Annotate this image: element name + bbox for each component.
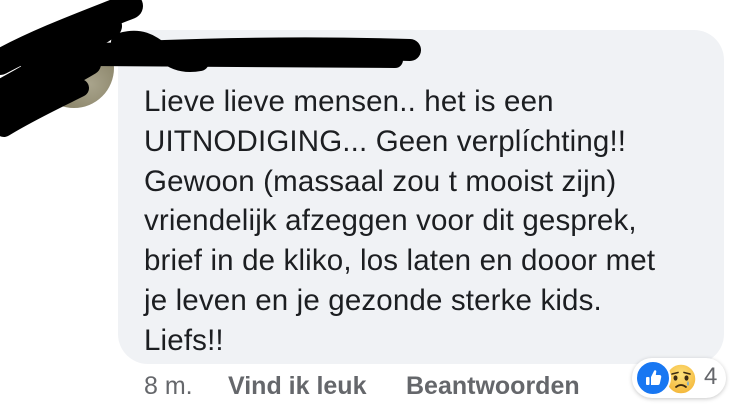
reaction-count: 4 — [704, 363, 718, 390]
comment-line: je leven en je gezonde sterke kids. — [144, 283, 602, 317]
comment-line: Liefs!! — [144, 323, 224, 357]
reactions-summary[interactable]: 4 — [632, 358, 726, 398]
like-link[interactable]: Vind ik leuk — [228, 372, 366, 401]
comment-line: vriendelijk afzeggen voor dit gesprek, — [144, 204, 637, 238]
redaction-scribble — [0, 0, 421, 137]
comment-thread: Lieve lieve mensen.. het is een UITNODIG… — [0, 0, 750, 420]
reply-link[interactable]: Beantwoorden — [406, 372, 580, 401]
comment-line: Gewoon (massaal zou t mooist zijn) — [144, 164, 617, 198]
comment-timestamp[interactable]: 8 m. — [144, 372, 193, 401]
comment-line: brief in de kliko, los laten en dooor me… — [144, 244, 656, 278]
like-icon — [635, 360, 671, 396]
